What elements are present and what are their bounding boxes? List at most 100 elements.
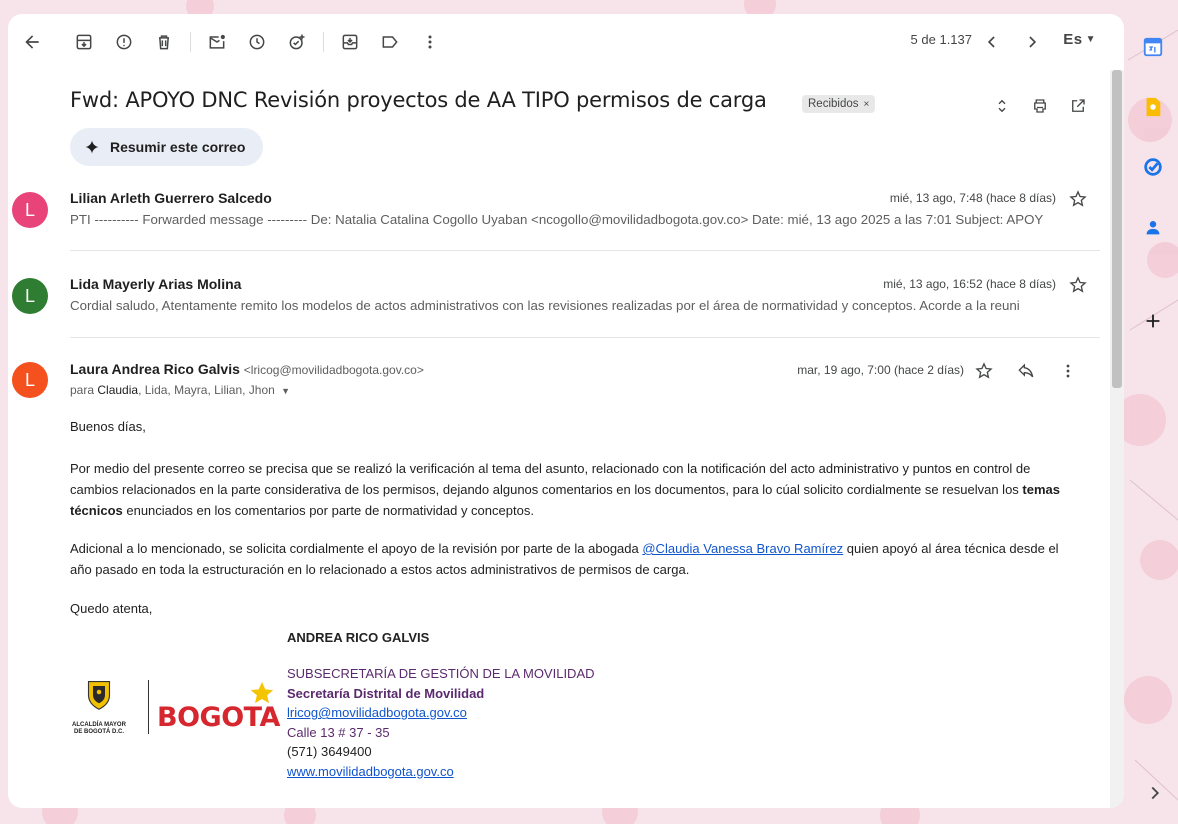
- message-panel: 5 de 1.137 Es ▼ Fwd: APOYO DNC Revisión p…: [8, 14, 1124, 808]
- task-add-icon: [289, 34, 305, 50]
- vertical-scrollbar[interactable]: [1110, 70, 1124, 808]
- signature-phone: (571) 3649400: [287, 744, 372, 759]
- label-icon: [382, 36, 398, 48]
- open-new-window-button[interactable]: [1062, 90, 1094, 122]
- recipients-toggle[interactable]: para Claudia, Lida, Mayra, Lilian, Jhon …: [70, 383, 290, 397]
- to-prefix: para: [70, 383, 95, 397]
- signature-name: ANDREA RICO GALVIS: [287, 630, 430, 645]
- avatar-initial: L: [24, 199, 35, 220]
- signature-subsecretaria: SUBSECRETARÍA DE GESTIÓN DE LA MOVILIDAD: [287, 666, 595, 681]
- summarize-button[interactable]: Resumir este correo: [70, 128, 264, 166]
- newer-button[interactable]: [1012, 22, 1052, 62]
- more-vert-icon: [428, 35, 432, 49]
- print-button[interactable]: [1024, 90, 1056, 122]
- message-toolbar: 5 de 1.137 Es ▼: [8, 14, 1124, 70]
- expand-all-button[interactable]: [986, 90, 1018, 122]
- paragraph-1: Por medio del presente correo se precisa…: [70, 458, 1082, 521]
- star-icon[interactable]: [974, 361, 994, 381]
- signature-address: Calle 13 # 37 - 35: [287, 724, 390, 740]
- input-tools-label: Es: [1063, 31, 1083, 48]
- sender-name: Lida Mayerly Arias Molina: [70, 276, 242, 292]
- sparkle-icon: [85, 140, 99, 154]
- contacts-icon[interactable]: [1142, 216, 1164, 238]
- label-chip-inbox[interactable]: Recibidos ×: [802, 95, 876, 113]
- side-panel-rail: [1128, 0, 1178, 824]
- label-chip-text: Recibidos: [808, 98, 859, 110]
- move-to-button[interactable]: [330, 22, 370, 62]
- calendar-icon[interactable]: [1142, 36, 1164, 58]
- signature-details: SUBSECRETARÍA DE GESTIÓN DE LA MOVILIDAD…: [287, 664, 595, 781]
- labels-button[interactable]: [370, 22, 410, 62]
- logo-divider: [148, 680, 149, 734]
- collapsed-message[interactable]: L Lilian Arleth Guerrero Salcedo mié, 13…: [8, 184, 1108, 254]
- signature-web-link[interactable]: www.movilidadbogota.gov.co: [287, 764, 454, 779]
- input-tools-button[interactable]: Es ▼: [1063, 31, 1096, 48]
- crest-caption-line: DE BOGOTÁ D.C.: [73, 729, 124, 735]
- toolbar-divider: [190, 32, 191, 52]
- mark-unread-button[interactable]: [197, 22, 237, 62]
- older-button[interactable]: [972, 22, 1012, 62]
- scrollbar-thumb[interactable]: [1112, 70, 1122, 388]
- report-spam-button[interactable]: [104, 22, 144, 62]
- crest-caption-line: ALCALDÍA MAYOR: [72, 722, 126, 728]
- sender-email: <lricog@movilidadbogota.gov.co>: [243, 363, 424, 377]
- toolbar-divider: [323, 32, 324, 52]
- summarize-label: Resumir este correo: [110, 139, 246, 155]
- snooze-button[interactable]: [237, 22, 277, 62]
- message-divider: [70, 250, 1100, 251]
- message-divider: [70, 337, 1100, 338]
- crest-caption: ALCALDÍA MAYOR DE BOGOTÁ D.C.: [68, 722, 130, 736]
- sender-name: Lilian Arleth Guerrero Salcedo: [70, 190, 272, 206]
- star-logo-icon: [250, 681, 274, 704]
- add-task-button[interactable]: [277, 22, 317, 62]
- plus-icon[interactable]: [1142, 310, 1164, 332]
- message-date: mié, 13 ago, 7:48 (hace 8 días): [889, 191, 1056, 205]
- to-rest: , Lida, Mayra, Lilian, Jhon: [138, 383, 275, 397]
- close-icon[interactable]: ×: [864, 99, 870, 110]
- chevron-left-icon: [987, 36, 995, 48]
- to-first: Claudia: [97, 383, 139, 397]
- mail-dot-icon: [209, 34, 225, 49]
- avatar: L: [12, 278, 48, 314]
- chevron-right-icon: [1029, 36, 1037, 48]
- avatar-initial: L: [24, 285, 35, 306]
- email-subject: Fwd: APOYO DNC Revisión proyectos de AA …: [70, 88, 767, 112]
- avatar: L: [12, 192, 48, 228]
- paragraph-2: Adicional a lo mencionado, se solicita c…: [70, 538, 1082, 580]
- collapsed-message[interactable]: L Lida Mayerly Arias Molina mié, 13 ago,…: [8, 270, 1108, 340]
- signature-secretaria: Secretaría Distrital de Movilidad: [287, 685, 485, 701]
- star-icon[interactable]: [1068, 189, 1088, 209]
- keep-icon[interactable]: [1142, 96, 1164, 118]
- archive-button[interactable]: [64, 22, 104, 62]
- more-options-button[interactable]: [410, 22, 450, 62]
- chevron-right-icon[interactable]: [1144, 782, 1166, 804]
- pager-count: 5 de 1.137: [910, 32, 972, 47]
- back-button[interactable]: [12, 22, 52, 62]
- archive-icon: [76, 34, 92, 50]
- alert-icon: [116, 34, 132, 50]
- avatar: L: [12, 362, 48, 398]
- caret-down-icon: ▼: [1085, 34, 1096, 45]
- unfold-icon: [998, 99, 1006, 113]
- printer-icon: [1034, 99, 1046, 113]
- greeting: Buenos días,: [70, 419, 146, 434]
- caret-down-icon: ▼: [281, 386, 291, 396]
- p2-text-a: Adicional a lo mencionado, se solicita c…: [70, 541, 643, 556]
- p1-text-b: enunciados en los comentarios por parte …: [122, 503, 534, 518]
- subject-actions: [986, 90, 1094, 122]
- more-vert-icon[interactable]: [1058, 361, 1078, 381]
- tasks-icon[interactable]: [1142, 156, 1164, 178]
- message-snippet: PTI ---------- Forwarded message -------…: [70, 212, 1044, 227]
- open-external-icon: [1072, 99, 1085, 112]
- reply-icon[interactable]: [1016, 361, 1036, 381]
- trash-icon: [159, 35, 169, 50]
- p1-text-a: Por medio del presente correo se precisa…: [70, 461, 1031, 497]
- signature-email-link[interactable]: lricog@movilidadbogota.gov.co: [287, 705, 467, 720]
- star-icon[interactable]: [1068, 275, 1088, 295]
- delete-button[interactable]: [144, 22, 184, 62]
- crest-icon: [87, 680, 111, 710]
- mention-link[interactable]: @Claudia Vanessa Bravo Ramírez: [642, 541, 843, 556]
- avatar-initial: L: [24, 369, 35, 390]
- clock-icon: [249, 34, 265, 50]
- sender-name: Laura Andrea Rico Galvis: [70, 361, 240, 377]
